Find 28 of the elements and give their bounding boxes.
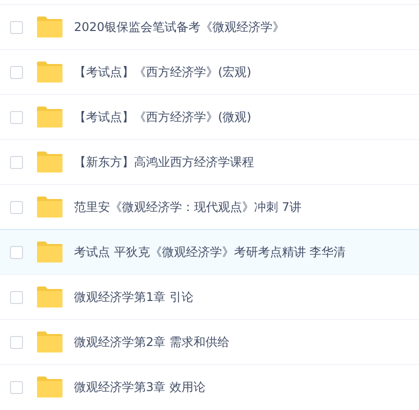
checkbox[interactable] — [10, 336, 23, 348]
checkbox[interactable] — [10, 20, 23, 34]
checkbox[interactable] — [10, 156, 23, 168]
folder-name: 考试点 平狄克《微观经济学》考研考点精讲 李华清 — [74, 244, 346, 260]
folder-icon — [36, 61, 63, 83]
folder-icon — [36, 286, 63, 308]
folder-icon — [36, 16, 63, 38]
folder-name: 微观经济学第2章 需求和供给 — [74, 334, 230, 350]
checkbox[interactable] — [10, 66, 23, 78]
folder-name: 【考试点】《西方经济学》(微观) — [74, 108, 252, 126]
checkbox[interactable] — [10, 246, 23, 258]
folder-name: 微观经济学第3章 效用论 — [74, 378, 206, 396]
folder-name: 微观经济学第1章 引论 — [74, 288, 194, 306]
checkbox[interactable] — [10, 200, 23, 214]
checkbox[interactable] — [10, 380, 23, 394]
folder-name: 【考试点】《西方经济学》(宏观) — [74, 64, 252, 80]
file-row[interactable]: 考试点 平狄克《微观经济学》考研考点精讲 李华清 — [0, 229, 419, 274]
folder-icon — [36, 151, 63, 173]
checkbox[interactable] — [10, 290, 23, 304]
folder-name: 2020银保监会笔试备考《微观经济学》 — [74, 18, 285, 36]
folder-icon — [36, 106, 63, 128]
folder-name: 范里安《微观经济学：现代观点》冲刺 7讲 — [74, 198, 302, 216]
folder-icon — [36, 241, 63, 263]
folder-icon — [36, 376, 63, 398]
folder-name: 【新东方】高鸿业西方经济学课程 — [74, 154, 254, 170]
folder-icon — [36, 196, 63, 218]
checkbox[interactable] — [10, 110, 23, 124]
folder-icon — [36, 331, 63, 353]
